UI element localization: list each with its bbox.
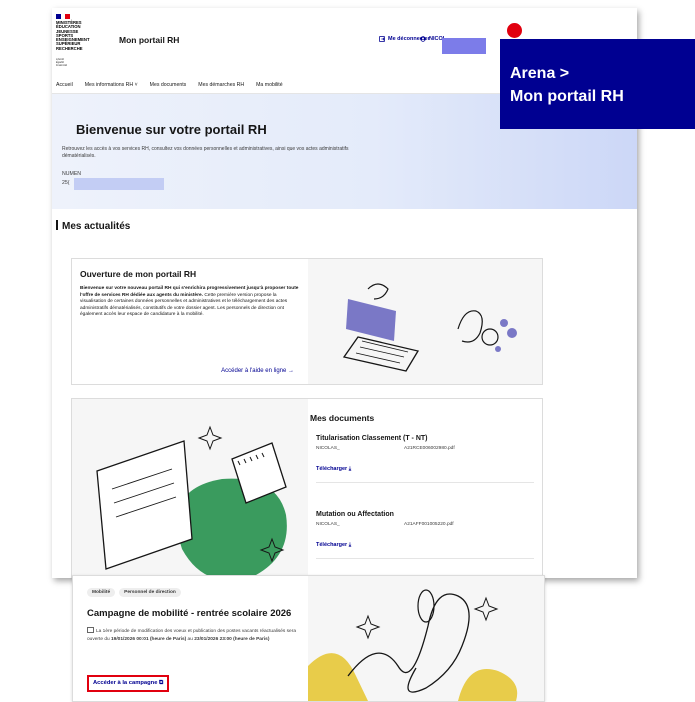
marker-dot — [507, 23, 522, 38]
mobility-campaign-card: Mobilité Personnel de direction Campagne… — [72, 575, 545, 702]
download-button[interactable]: Télécharger ⤓ — [316, 542, 534, 558]
nav-item-documents[interactable]: Mes documents — [150, 82, 187, 88]
document-title: Mutation ou Affectation — [316, 511, 394, 518]
page-title: Bienvenue sur votre portail RH — [76, 122, 267, 137]
download-button[interactable]: Télécharger ⤓ — [316, 466, 534, 482]
nav-item-home[interactable]: Accueil — [56, 82, 73, 88]
document-file: NICOLAS_ A21RCE006002980.pdf — [316, 446, 534, 454]
document-filename: A21AFF001005220.pdf — [404, 522, 454, 527]
logout-icon — [379, 36, 385, 42]
numen-value: 25( — [62, 180, 70, 186]
campaign-description: La 1ère période de modification des voeu… — [87, 627, 302, 643]
breadcrumb-overlay: Arena > Mon portail RH — [500, 39, 695, 129]
campaign-title: Campagne de mobilité - rentrée scolaire … — [87, 608, 292, 619]
nav-item-hr-procedures[interactable]: Mes démarches RH — [198, 82, 244, 88]
document-title: Titularisation Classement (T - NT) — [316, 435, 428, 442]
laptop-illustration — [308, 259, 542, 384]
notebook-illustration — [72, 399, 308, 578]
campaign-date-end: 23/01/2026 23:00 (heure de Paris) — [194, 636, 270, 642]
calendar-icon — [87, 627, 94, 633]
news-card-content: Ouverture de mon portail RH Bienvenue su… — [72, 259, 308, 384]
news-body: Bienvenue sur votre nouveau portail RH q… — [80, 286, 300, 319]
documents-title: Mes documents — [310, 413, 375, 423]
republic-motto: Liberté Égalité Fraternité — [56, 58, 67, 67]
tag: Mobilité — [87, 588, 116, 597]
ministry-logo[interactable]: MINISTÈRES ÉDUCATION JEUNESSE SPORTS ENS… — [56, 20, 100, 51]
overlay-line: Arena > — [510, 65, 570, 82]
overlay-line: Mon portail RH — [510, 88, 624, 105]
document-file: NICOLAS_ A21AFF001005220.pdf — [316, 522, 534, 530]
redaction-mask — [442, 38, 486, 54]
campaign-tags: Mobilité Personnel de direction — [87, 588, 181, 597]
tag: Personnel de direction — [119, 588, 181, 597]
news-card: Ouverture de mon portail RH Bienvenue su… — [71, 258, 543, 385]
nav-item-mobility[interactable]: Ma mobilité — [256, 82, 283, 88]
campaign-illustration — [308, 576, 544, 701]
document-item: Mutation ou Affectation NICOLAS_ A21AFF0… — [316, 511, 534, 559]
nav-item-hr-info[interactable]: Mes informations RH ˅ — [85, 82, 138, 88]
document-owner: NICOLAS_ — [316, 446, 340, 451]
logo-line: RECHERCHE — [56, 45, 83, 51]
document-owner: NICOLAS_ — [316, 522, 340, 527]
section-heading-text: Mes actualités — [62, 221, 131, 232]
section-heading: Mes actualités — [56, 220, 130, 232]
welcome-intro: Retrouvez les accès à vos services RH, c… — [62, 146, 349, 159]
motto-line: Fraternité — [56, 64, 68, 67]
site-title[interactable]: Mon portail RH — [119, 35, 179, 45]
documents-panel: Mes documents Titularisation Classement … — [308, 399, 544, 578]
republic-flag-icon — [56, 14, 71, 19]
online-help-link[interactable]: Accéder à l'aide en ligne → — [221, 368, 294, 374]
redaction-mask — [74, 178, 164, 190]
document-filename: A21RCE006002980.pdf — [404, 446, 455, 451]
numen-label: NUMEN — [62, 171, 82, 177]
news-title: Ouverture de mon portail RH — [80, 269, 197, 279]
user-icon — [420, 36, 426, 42]
document-item: Titularisation Classement (T - NT) NICOL… — [316, 435, 534, 483]
documents-card: Mes documents Titularisation Classement … — [71, 398, 543, 578]
open-campaign-button[interactable]: Accéder à la campagne ⧉ — [87, 675, 170, 692]
campaign-date-start: 19/01/2026 00:01 (heure de Paris) — [111, 636, 187, 642]
